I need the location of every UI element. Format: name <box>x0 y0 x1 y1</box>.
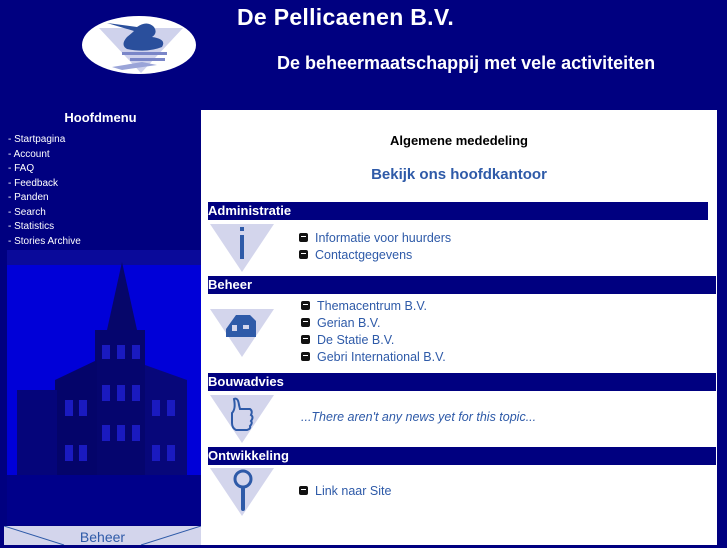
building-photo <box>7 250 201 525</box>
link-item[interactable]: Link naar Site <box>299 483 391 500</box>
pelican-logo[interactable] <box>82 15 196 75</box>
site-title: De Pellicaenen B.V. <box>237 4 455 30</box>
menu-item-startpagina[interactable]: - Startpagina <box>8 133 81 148</box>
link-item[interactable]: Informatie voor huurders <box>299 230 451 247</box>
arrow-bullet-icon <box>301 301 310 311</box>
beheer-banner-label: Beheer <box>79 529 126 545</box>
info-icon <box>210 222 274 272</box>
menu-title: Hoofdmenu <box>64 110 137 125</box>
right-border <box>717 110 727 545</box>
main-menu: - Startpagina - Account - FAQ - Feedback… <box>8 133 81 249</box>
menu-item-statistics[interactable]: - Statistics <box>8 220 81 235</box>
site-subtitle: De beheermaatschappij met vele activitei… <box>277 53 656 73</box>
section-header-administratie: Administratie <box>208 202 708 220</box>
arrow-bullet-icon <box>299 486 308 496</box>
section-header-bouwadvies: Bouwadvies <box>208 373 716 391</box>
section-header-beheer: Beheer <box>208 276 716 294</box>
magnifier-icon <box>210 468 274 518</box>
link-item[interactable]: De Statie B.V. <box>301 332 446 349</box>
arrow-bullet-icon <box>301 352 310 362</box>
beheer-banner[interactable]: Beheer <box>4 526 201 545</box>
notice-title: Algemene mededeling <box>390 133 528 148</box>
house-icon <box>210 309 274 359</box>
arrow-bullet-icon <box>301 335 310 345</box>
administratie-links: Informatie voor huurders Contactgegevens <box>299 230 451 264</box>
link-item[interactable]: Themacentrum B.V. <box>301 298 446 315</box>
menu-item-faq[interactable]: - FAQ <box>8 162 81 177</box>
menu-item-panden[interactable]: - Panden <box>8 191 81 206</box>
menu-item-feedback[interactable]: - Feedback <box>8 177 81 192</box>
empty-news-note: ...There aren't any news yet for this to… <box>301 410 537 424</box>
notice-link[interactable]: Bekijk ons hoofdkantoor <box>201 166 717 183</box>
arrow-bullet-icon <box>299 233 308 243</box>
arrow-bullet-icon <box>299 250 308 260</box>
menu-item-stories-archive[interactable]: - Stories Archive <box>8 235 81 250</box>
arrow-bullet-icon <box>301 318 310 328</box>
thumbs-up-icon <box>210 395 274 445</box>
link-item[interactable]: Contactgegevens <box>299 247 451 264</box>
beheer-links: Themacentrum B.V. Gerian B.V. De Statie … <box>301 298 446 366</box>
ontwikkeling-links: Link naar Site <box>299 483 391 500</box>
main-content: Algemene mededeling Bekijk ons hoofdkant… <box>201 110 717 545</box>
section-header-ontwikkeling: Ontwikkeling <box>208 447 716 465</box>
menu-item-account[interactable]: - Account <box>8 148 81 163</box>
link-item[interactable]: Gebri International B.V. <box>301 349 446 366</box>
link-item[interactable]: Gerian B.V. <box>301 315 446 332</box>
menu-item-search[interactable]: - Search <box>8 206 81 221</box>
